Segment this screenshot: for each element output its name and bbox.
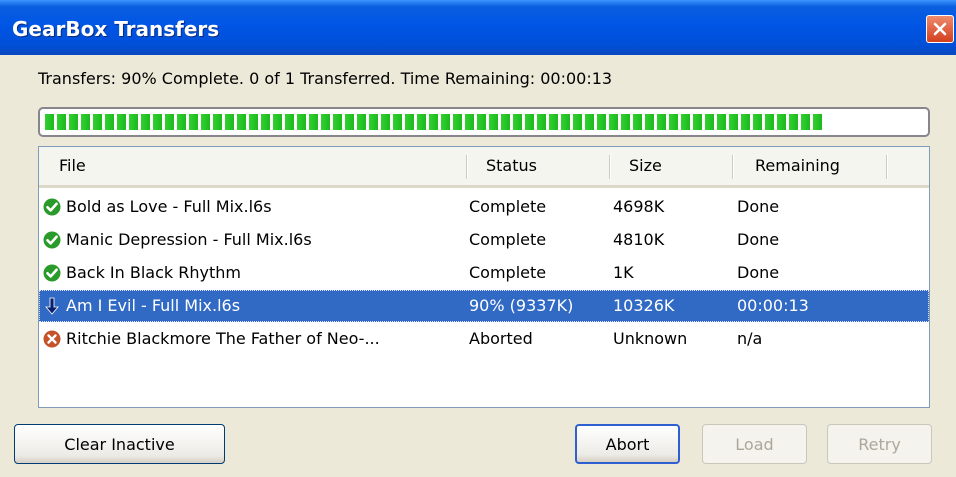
table-row[interactable]: Back In Black Rhythm Complete 1K Done <box>39 257 929 289</box>
close-button[interactable] <box>926 15 954 43</box>
column-separator[interactable] <box>886 155 888 179</box>
table-row[interactable]: Manic Depression - Full Mix.l6s Complete 4… <box>39 224 929 256</box>
window-title: GearBox Transfers <box>12 17 220 41</box>
status-cell: 90% (9337K) <box>469 296 574 315</box>
size-cell: Unknown <box>613 329 688 348</box>
title-bar[interactable]: GearBox Transfers <box>0 0 956 55</box>
column-header-size[interactable]: Size <box>629 147 662 185</box>
progress-bar <box>38 107 930 137</box>
file-name-cell: Ritchie Blackmore The Father of Neo-... <box>66 329 380 348</box>
status-cell: Complete <box>469 197 547 216</box>
column-header-remaining[interactable]: Remaining <box>755 147 840 185</box>
file-name-cell: Am I Evil - Full Mix.l6s <box>66 296 241 315</box>
column-separator[interactable] <box>732 155 734 179</box>
remaining-cell: Done <box>737 230 780 249</box>
clear-inactive-button[interactable]: Clear Inactive <box>14 424 225 464</box>
remaining-cell: Done <box>737 263 780 282</box>
status-cell: Complete <box>469 263 547 282</box>
table-row[interactable]: Am I Evil - Full Mix.l6s 90% (9337K) 10326… <box>39 290 929 322</box>
size-cell: 4698K <box>613 197 665 216</box>
progress-fill <box>45 114 824 130</box>
transfers-dialog: GearBox Transfers Transfers: 90% Complet… <box>0 0 956 477</box>
column-header-file[interactable]: File <box>59 147 86 185</box>
file-name-cell: Bold as Love - Full Mix.l6s <box>66 197 272 216</box>
remaining-cell: Done <box>737 197 780 216</box>
remaining-cell: 00:00:13 <box>737 296 809 315</box>
size-cell: 10326K <box>613 296 675 315</box>
load-button[interactable]: Load <box>702 424 807 464</box>
close-icon <box>933 22 947 36</box>
file-name-cell: Back In Black Rhythm <box>66 263 241 282</box>
column-separator[interactable] <box>609 155 611 179</box>
list-header: File Status Size Remaining <box>39 147 929 188</box>
table-row[interactable]: Ritchie Blackmore The Father of Neo-... A… <box>39 323 929 355</box>
abort-button[interactable]: Abort <box>575 424 680 464</box>
table-row[interactable]: Bold as Love - Full Mix.l6s Complete 4698K… <box>39 191 929 223</box>
column-header-status[interactable]: Status <box>486 147 537 185</box>
size-cell: 1K <box>613 263 634 282</box>
column-separator[interactable] <box>466 155 468 179</box>
transfer-summary: Transfers: 90% Complete. 0 of 1 Transfer… <box>38 69 613 88</box>
remaining-cell: n/a <box>737 329 763 348</box>
retry-button[interactable]: Retry <box>827 424 932 464</box>
size-cell: 4810K <box>613 230 665 249</box>
status-cell: Complete <box>469 230 547 249</box>
status-cell: Aborted <box>469 329 533 348</box>
file-name-cell: Manic Depression - Full Mix.l6s <box>66 230 312 249</box>
transfer-list[interactable]: File Status Size Remaining Bold as Love … <box>38 146 930 408</box>
